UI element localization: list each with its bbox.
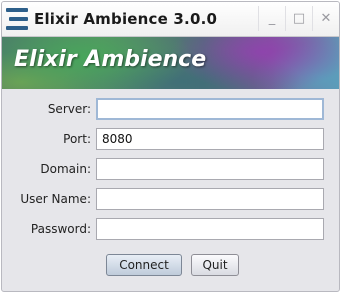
server-row: Server: [2, 98, 339, 122]
window-title: Elixir Ambience 3.0.0 [34, 10, 218, 28]
connect-button[interactable]: Connect [106, 254, 182, 276]
password-label: Password: [30, 222, 91, 236]
username-row: User Name: [2, 188, 339, 212]
server-label: Server: [47, 102, 91, 116]
domain-row: Domain: [2, 158, 339, 182]
app-logo-icon [6, 8, 28, 30]
domain-label: Domain: [40, 162, 91, 176]
login-window: Elixir Ambience 3.0.0 _ □ ✕ Elixir Ambie… [1, 1, 340, 292]
port-input[interactable] [96, 128, 324, 150]
window-controls: _ □ ✕ [258, 6, 339, 31]
maximize-icon[interactable]: □ [285, 6, 312, 31]
username-input[interactable] [96, 188, 324, 210]
port-label: Port: [63, 132, 91, 146]
password-input[interactable] [96, 218, 324, 240]
close-icon[interactable]: ✕ [312, 6, 339, 31]
title-bar[interactable]: Elixir Ambience 3.0.0 _ □ ✕ [2, 2, 339, 37]
username-label: User Name: [20, 192, 91, 206]
quit-button[interactable]: Quit [191, 254, 239, 276]
banner-title: Elixir Ambience [14, 47, 207, 72]
port-row: Port: [2, 128, 339, 152]
domain-input[interactable] [96, 158, 324, 180]
password-row: Password: [2, 218, 339, 242]
header-banner: Elixir Ambience [2, 37, 339, 89]
minimize-icon[interactable]: _ [258, 6, 285, 31]
server-input[interactable] [96, 98, 324, 120]
